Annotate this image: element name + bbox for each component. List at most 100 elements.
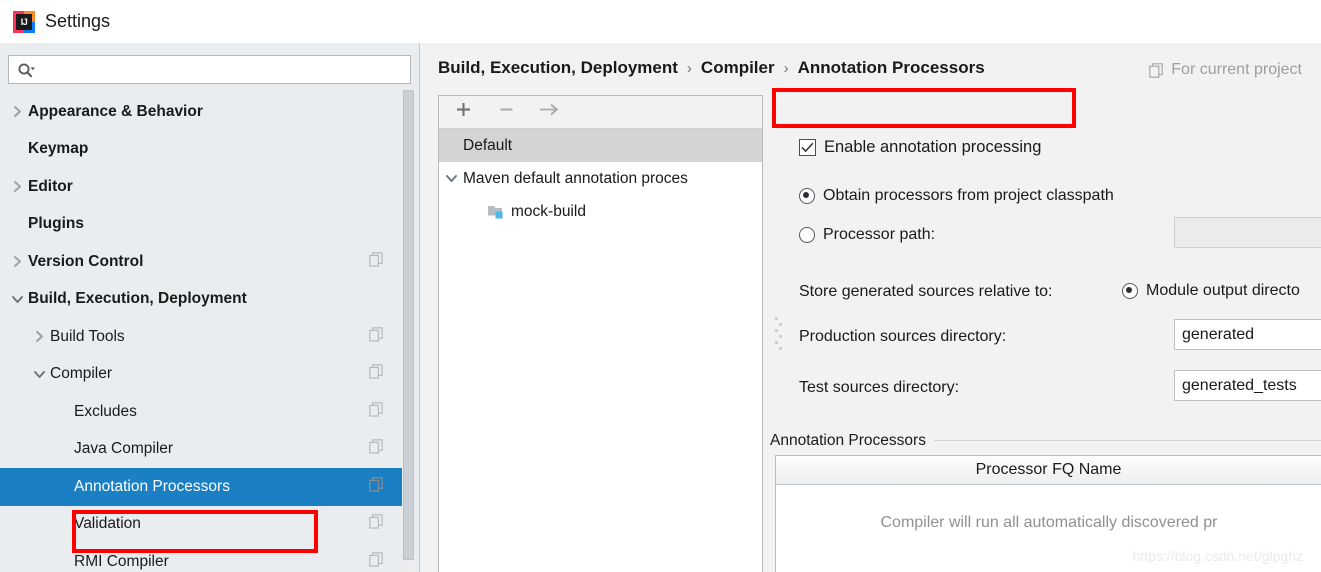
sidebar-item-label: Version Control	[28, 252, 144, 270]
search-box[interactable]	[8, 55, 411, 84]
copy-settings-icon[interactable]	[369, 514, 384, 534]
sidebar-item-annotation-processors[interactable]: Annotation Processors	[0, 468, 406, 506]
production-sources-input[interactable]: generated	[1174, 319, 1321, 350]
sidebar-scrollbar-thumb[interactable]	[403, 90, 414, 560]
sidebar-item-label: Compiler	[50, 365, 113, 383]
copy-settings-icon[interactable]	[369, 402, 384, 422]
module-output-directory-label: Module output directo	[1146, 282, 1300, 299]
logo-text: IJ	[16, 13, 32, 30]
profile-label: mock-build	[511, 202, 586, 220]
copy-settings-icon[interactable]	[369, 477, 384, 497]
enable-annotation-processing-checkbox[interactable]	[799, 139, 816, 156]
sidebar-item-appearance-behavior[interactable]: Appearance & Behavior	[0, 93, 406, 131]
processor-path-input[interactable]	[1174, 217, 1321, 248]
test-sources-label: Test sources directory:	[799, 379, 960, 396]
chevron-right-icon[interactable]	[6, 105, 28, 118]
scope-indicator: For current project	[1149, 61, 1302, 79]
obtain-from-classpath-label: Obtain processors from project classpath	[823, 187, 1114, 204]
copy-settings-icon[interactable]	[369, 552, 384, 572]
profile-row[interactable]: mock-build	[439, 195, 762, 228]
sidebar-item-plugins[interactable]: Plugins	[0, 206, 406, 244]
sidebar-item-label: Build, Execution, Deployment	[28, 290, 247, 308]
sidebar-item-version-control[interactable]: Version Control	[0, 243, 406, 281]
sidebar-item-keymap[interactable]: Keymap	[0, 131, 406, 169]
profile-label: Maven default annotation proces	[463, 169, 688, 187]
sidebar-item-label: Appearance & Behavior	[28, 102, 203, 120]
processor-path-row[interactable]: Processor path:	[799, 226, 935, 244]
sidebar-item-compiler[interactable]: Compiler	[0, 356, 406, 394]
move-to-button[interactable]	[539, 102, 559, 122]
sidebar-item-label: RMI Compiler	[74, 552, 169, 570]
profiles-panel: Default Maven default annotation proces mo…	[438, 95, 763, 572]
settings-tree: Appearance & Behavior Keymap Editor Plugins…	[0, 93, 406, 572]
sidebar-item-label: Excludes	[74, 402, 137, 420]
module-output-directory-radio[interactable]	[1122, 283, 1138, 299]
chevron-down-icon[interactable]	[28, 369, 50, 380]
chevron-right-icon[interactable]	[6, 180, 28, 193]
settings-content: Build, Execution, Deployment › Compiler › An…	[421, 43, 1321, 572]
copy-icon	[369, 252, 383, 267]
search-input[interactable]	[35, 56, 410, 83]
copy-icon	[369, 514, 383, 529]
chevron-right-icon[interactable]	[28, 330, 50, 343]
profile-label: Default	[463, 136, 513, 154]
scope-label: For current project	[1171, 61, 1302, 78]
copy-icon	[369, 477, 383, 492]
intellij-idea-logo-icon: IJ	[13, 10, 35, 33]
test-sources-input[interactable]: generated_tests	[1174, 370, 1321, 401]
sidebar-item-editor[interactable]: Editor	[0, 168, 406, 206]
breadcrumb-segment[interactable]: Annotation Processors	[798, 58, 985, 78]
breadcrumb-separator: ›	[783, 60, 789, 77]
copy-settings-icon[interactable]	[369, 327, 384, 347]
annotation-processors-group-title: Annotation Processors	[770, 432, 934, 450]
breadcrumb-segment[interactable]: Build, Execution, Deployment	[438, 58, 678, 78]
copy-icon	[369, 327, 383, 342]
search-icon	[17, 62, 35, 78]
chevron-down-icon[interactable]	[6, 294, 28, 305]
breadcrumb: Build, Execution, Deployment › Compiler › An…	[438, 58, 985, 78]
copy-settings-icon[interactable]	[369, 439, 384, 459]
processor-fq-name-column-header: Processor FQ Name	[975, 461, 1122, 478]
annotation-processor-form: Enable annotation processing Obtain proc…	[770, 95, 1321, 572]
sidebar-item-excludes[interactable]: Excludes	[0, 393, 406, 431]
module-output-directory-row[interactable]: Module output directo	[1122, 282, 1300, 300]
settings-sidebar: Appearance & Behavior Keymap Editor Plugins…	[0, 43, 420, 572]
obtain-from-classpath-row[interactable]: Obtain processors from project classpath	[799, 187, 1114, 205]
sidebar-scrollbar-track[interactable]	[402, 90, 415, 572]
profile-row[interactable]: Maven default annotation proces	[439, 162, 762, 195]
sidebar-item-label: Validation	[74, 515, 141, 533]
profiles-toolbar	[439, 96, 762, 129]
sidebar-item-build-tools[interactable]: Build Tools	[0, 318, 406, 356]
breadcrumb-segment[interactable]: Compiler	[701, 58, 775, 78]
sidebar-item-build-execution-deployment[interactable]: Build, Execution, Deployment	[0, 281, 406, 319]
copy-icon	[369, 439, 383, 454]
remove-profile-button[interactable]	[496, 102, 516, 122]
profile-row[interactable]: Default	[439, 129, 762, 162]
sidebar-item-validation[interactable]: Validation	[0, 506, 406, 544]
sidebar-item-label: Plugins	[28, 215, 84, 233]
copy-icon	[1149, 62, 1164, 78]
module-folder-icon	[487, 203, 506, 220]
plus-icon	[455, 101, 472, 123]
copy-settings-icon[interactable]	[369, 364, 384, 384]
breadcrumb-separator: ›	[686, 60, 692, 77]
enable-annotation-processing-row[interactable]: Enable annotation processing	[799, 138, 1041, 157]
settings-dialog: IJ Settings Appearance & Behavior Keymap E…	[0, 0, 1321, 572]
processors-table-header[interactable]: Processor FQ Name	[776, 456, 1321, 485]
sidebar-item-label: Editor	[28, 177, 73, 195]
arrow-right-icon	[539, 102, 560, 122]
add-profile-button[interactable]	[453, 102, 473, 122]
sidebar-item-java-compiler[interactable]: Java Compiler	[0, 431, 406, 469]
watermark: https://blog.csdn.net/glpghz	[1132, 548, 1303, 564]
obtain-from-classpath-radio[interactable]	[799, 188, 815, 204]
chevron-right-icon[interactable]	[6, 255, 28, 268]
processor-path-radio[interactable]	[799, 227, 815, 243]
minus-icon	[498, 101, 515, 123]
copy-settings-icon[interactable]	[369, 252, 384, 272]
sidebar-item-label: Keymap	[28, 140, 89, 158]
production-sources-label: Production sources directory:	[799, 328, 1007, 345]
chevron-down-icon[interactable]	[439, 173, 463, 184]
sidebar-item-rmi-compiler[interactable]: RMI Compiler	[0, 543, 406, 572]
processors-table-empty-text: Compiler will run all automatically disc…	[880, 514, 1218, 531]
sidebar-item-label: Build Tools	[50, 327, 125, 345]
